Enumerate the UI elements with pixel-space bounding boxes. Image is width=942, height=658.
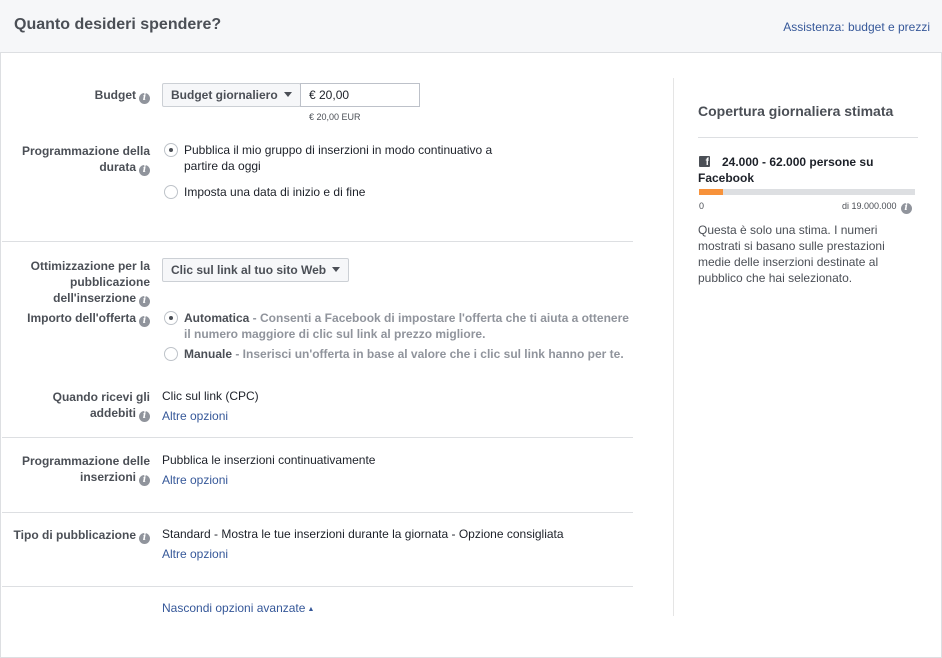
- schedule-continuous-line1: Pubblica il mio gruppo di inserzioni in …: [184, 143, 493, 157]
- optimization-label-line2: pubblicazione: [69, 275, 150, 289]
- reach-note: Questa è solo una stima. I numeri mostra…: [698, 223, 885, 285]
- section-header: Quanto desideri spendere? Assistenza: bu…: [0, 0, 942, 53]
- ad-schedule-value: Pubblica le inserzioni continuativamente: [162, 453, 376, 467]
- reach-min-label: 0: [699, 201, 705, 211]
- schedule-label-line2: durata i: [99, 159, 150, 176]
- schedule-continuous-line2: partire da oggi: [184, 159, 261, 173]
- schedule-continuous-radio[interactable]: [164, 143, 178, 157]
- info-icon[interactable]: i: [139, 411, 150, 422]
- divider: [2, 512, 633, 513]
- caret-down-icon: [332, 267, 341, 272]
- reach-bar-fill: [699, 189, 723, 195]
- delivery-label: Tipo di pubblicazione i: [14, 527, 150, 544]
- schedule-dates-label: Imposta una data di inizio e di fine: [184, 185, 366, 199]
- reach-max-label: di 19.000.000 i: [842, 201, 912, 214]
- charged-value: Clic sul link (CPC): [162, 389, 259, 403]
- ad-schedule-label-line2: inserzioni i: [80, 469, 150, 486]
- info-icon[interactable]: i: [139, 296, 150, 307]
- panel-divider: [673, 78, 674, 616]
- info-icon[interactable]: i: [139, 533, 150, 544]
- info-icon[interactable]: i: [139, 475, 150, 486]
- budget-amount-note: € 20,00 EUR: [309, 112, 361, 122]
- schedule-dates-radio[interactable]: [164, 185, 178, 199]
- schedule-label-line1: Programmazione della: [21, 144, 150, 158]
- caret-down-icon: [283, 92, 292, 97]
- bid-label: Importo dell'offerta i: [27, 310, 150, 327]
- reach-panel-title: Copertura giornaliera stimata: [698, 103, 894, 119]
- ad-schedule-label-line1: Programmazione delle: [21, 454, 150, 468]
- hide-advanced-options-link[interactable]: Nascondi opzioni avanzate ▲: [162, 601, 314, 615]
- help-budget-link[interactable]: Assistenza: budget e prezzi: [783, 20, 930, 34]
- facebook-icon: f: [699, 156, 710, 167]
- budget-label: Budget i: [95, 87, 150, 104]
- bid-automatic-text-line2: il numero maggiore di clic sul link al p…: [184, 327, 486, 341]
- bid-automatic-text: Automatica - Consenti a Facebook di impo…: [184, 311, 629, 325]
- optimization-dropdown[interactable]: Clic sul link al tuo sito Web: [162, 258, 350, 282]
- charged-more-options-link[interactable]: Altre opzioni: [162, 409, 228, 423]
- budget-amount-input[interactable]: € 20,00: [300, 83, 420, 107]
- section-title: Quanto desideri spendere?: [14, 16, 222, 33]
- info-icon[interactable]: i: [139, 165, 150, 176]
- budget-type-dropdown[interactable]: Budget giornaliero: [162, 83, 301, 107]
- optimization-label-line1: Ottimizzazione per la: [30, 259, 150, 273]
- reach-estimate: 24.000 - 62.000 persone su Facebook: [698, 155, 874, 185]
- info-icon[interactable]: i: [139, 93, 150, 104]
- reach-panel-divider: [698, 137, 918, 138]
- bid-manual-text: Manuale - Inserisci un'offerta in base a…: [184, 347, 624, 361]
- optimization-label-line3: dell'inserzione i: [53, 290, 150, 307]
- info-icon[interactable]: i: [139, 316, 150, 327]
- divider: [2, 586, 633, 587]
- bid-manual-radio[interactable]: [164, 347, 178, 361]
- divider: [2, 241, 633, 242]
- reach-bar: [699, 189, 915, 195]
- delivery-more-options-link[interactable]: Altre opzioni: [162, 547, 228, 561]
- charged-label-line1: Quando ricevi gli: [52, 390, 150, 404]
- caret-up-icon: ▲: [307, 606, 315, 613]
- delivery-value: Standard - Mostra le tue inserzioni dura…: [162, 527, 564, 541]
- ad-schedule-more-options-link[interactable]: Altre opzioni: [162, 473, 228, 487]
- charged-label-line2: addebiti i: [90, 405, 150, 422]
- divider: [2, 437, 633, 438]
- bid-automatic-radio[interactable]: [164, 311, 178, 325]
- info-icon[interactable]: i: [900, 203, 912, 214]
